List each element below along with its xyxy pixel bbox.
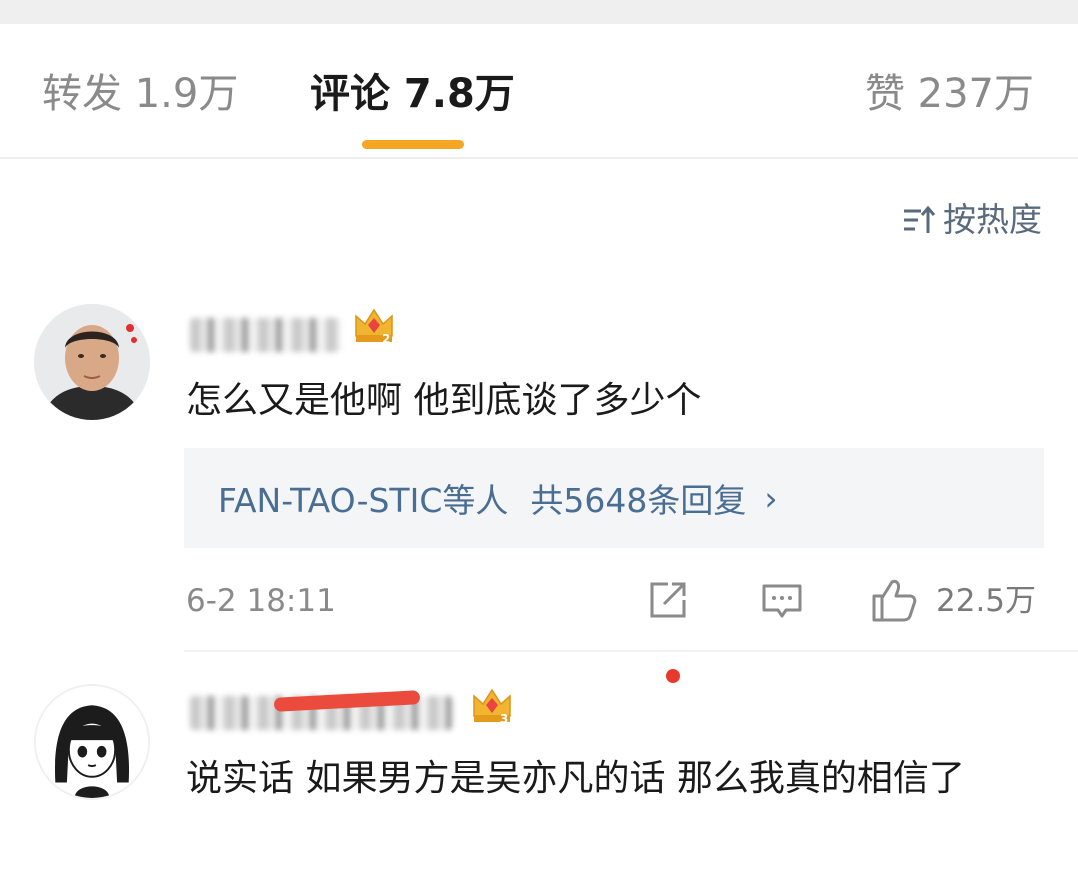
comment-text: 说实话 如果男方是吴亦凡的话 那么我真的相信了 xyxy=(186,758,965,799)
username-blurred[interactable] xyxy=(190,318,340,352)
sort-icon xyxy=(904,205,936,233)
sort-button[interactable]: 按热度 xyxy=(901,198,1042,242)
active-tab-indicator xyxy=(362,140,464,149)
crown-badge-icon: 2 xyxy=(355,308,393,346)
thumbs-up-icon[interactable] xyxy=(870,576,918,624)
tab-like[interactable]: 赞 237万 xyxy=(865,68,1034,120)
tab-bar: 转发 1.9万 评论 7.8万 赞 237万 xyxy=(0,24,1078,159)
reply-preview[interactable]: FAN-TAO-STIC等人 共5648条回复 › xyxy=(184,448,1044,548)
like-count: 22.5万 xyxy=(936,583,1037,619)
badge-level: 3 xyxy=(500,712,508,726)
comment-divider xyxy=(184,650,1078,652)
comment-timestamp: 6-2 18:11 xyxy=(186,583,336,619)
tab-comment[interactable]: 评论 7.8万 xyxy=(310,68,515,120)
sort-label: 按热度 xyxy=(943,200,1042,239)
avatar[interactable] xyxy=(34,684,150,800)
notification-dot xyxy=(666,669,680,683)
comment-icon[interactable] xyxy=(760,580,804,624)
tab-repost[interactable]: 转发 1.9万 xyxy=(42,68,238,120)
badge-level: 2 xyxy=(382,332,390,346)
reply-count[interactable]: 共5648条回复 xyxy=(530,474,746,522)
chevron-right-icon[interactable]: › xyxy=(764,479,777,518)
avatar[interactable] xyxy=(34,304,150,420)
status-strip xyxy=(0,0,1078,24)
comment-text: 怎么又是他啊 他到底谈了多少个 xyxy=(186,380,702,421)
share-icon[interactable] xyxy=(646,578,690,622)
crown-badge-icon: 3 xyxy=(473,688,511,726)
reply-users[interactable]: FAN-TAO-STIC等人 xyxy=(218,474,508,522)
